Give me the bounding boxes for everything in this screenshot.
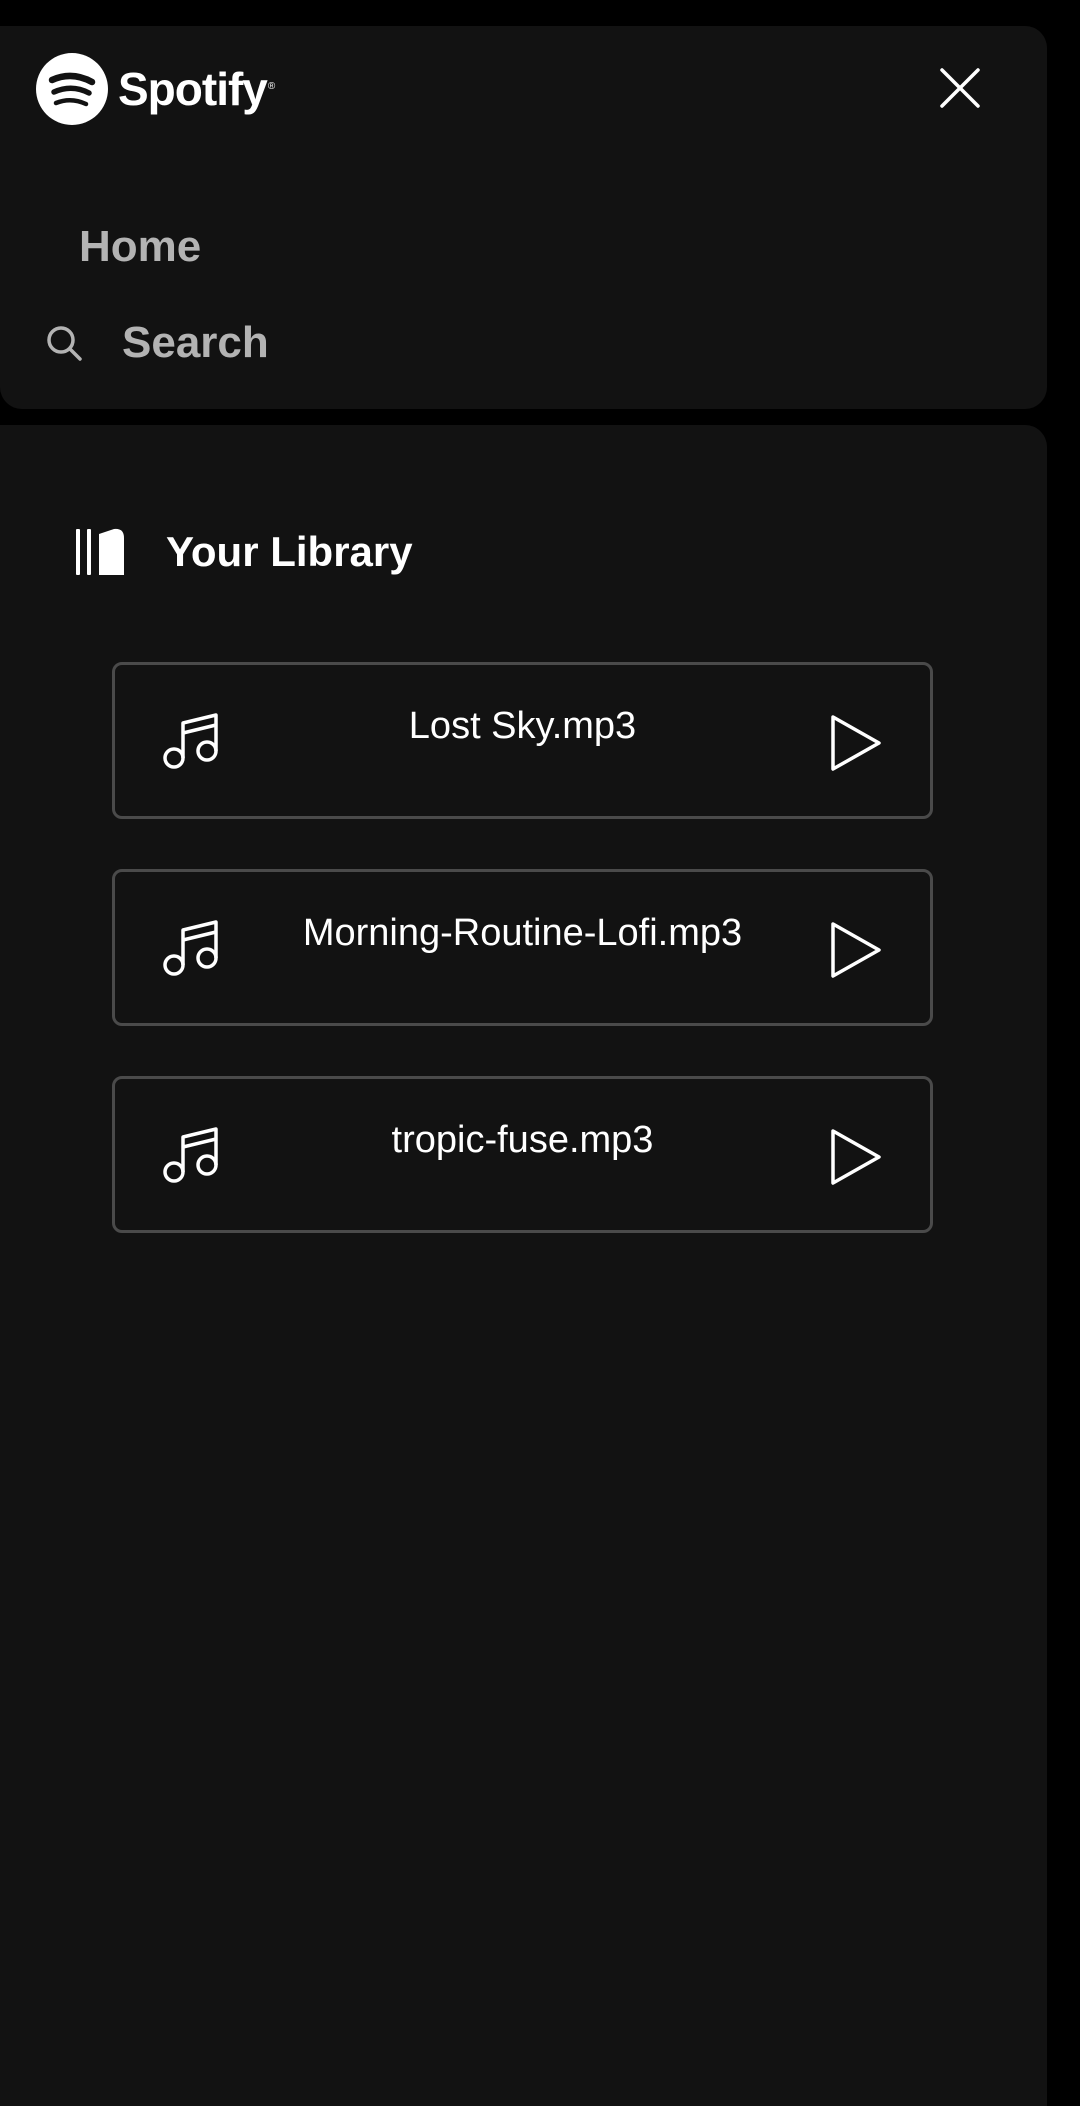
- track-name: Morning-Routine-Lofi.mp3: [302, 912, 743, 954]
- library-title: Your Library: [166, 528, 413, 575]
- play-button[interactable]: [827, 920, 883, 980]
- track-item[interactable]: Lost Sky.mp3: [112, 662, 933, 819]
- nav-search[interactable]: Search: [44, 318, 269, 368]
- close-icon: [940, 68, 980, 108]
- music-note-icon: [163, 920, 218, 976]
- library-header[interactable]: Your Library: [74, 526, 413, 578]
- track-item[interactable]: Morning-Routine-Lofi.mp3: [112, 869, 933, 1026]
- nav-search-label: Search: [122, 318, 269, 367]
- music-note-icon: [163, 1127, 218, 1183]
- track-name: tropic-fuse.mp3: [391, 1119, 654, 1161]
- play-icon: [831, 922, 881, 978]
- play-icon: [831, 1129, 881, 1185]
- spotify-logo-icon: [36, 53, 108, 125]
- close-button[interactable]: [930, 58, 990, 118]
- spotify-logo[interactable]: Spotify®: [36, 52, 275, 126]
- play-icon: [831, 715, 881, 771]
- library-icon: [76, 528, 124, 575]
- play-button[interactable]: [827, 1127, 883, 1187]
- track-item[interactable]: tropic-fuse.mp3: [112, 1076, 933, 1233]
- search-icon: [47, 326, 82, 361]
- play-button[interactable]: [827, 713, 883, 773]
- music-note-icon: [163, 713, 218, 769]
- track-name: Lost Sky.mp3: [408, 705, 637, 747]
- spotify-wordmark: Spotify®: [118, 63, 275, 115]
- nav-home[interactable]: Home: [79, 222, 201, 272]
